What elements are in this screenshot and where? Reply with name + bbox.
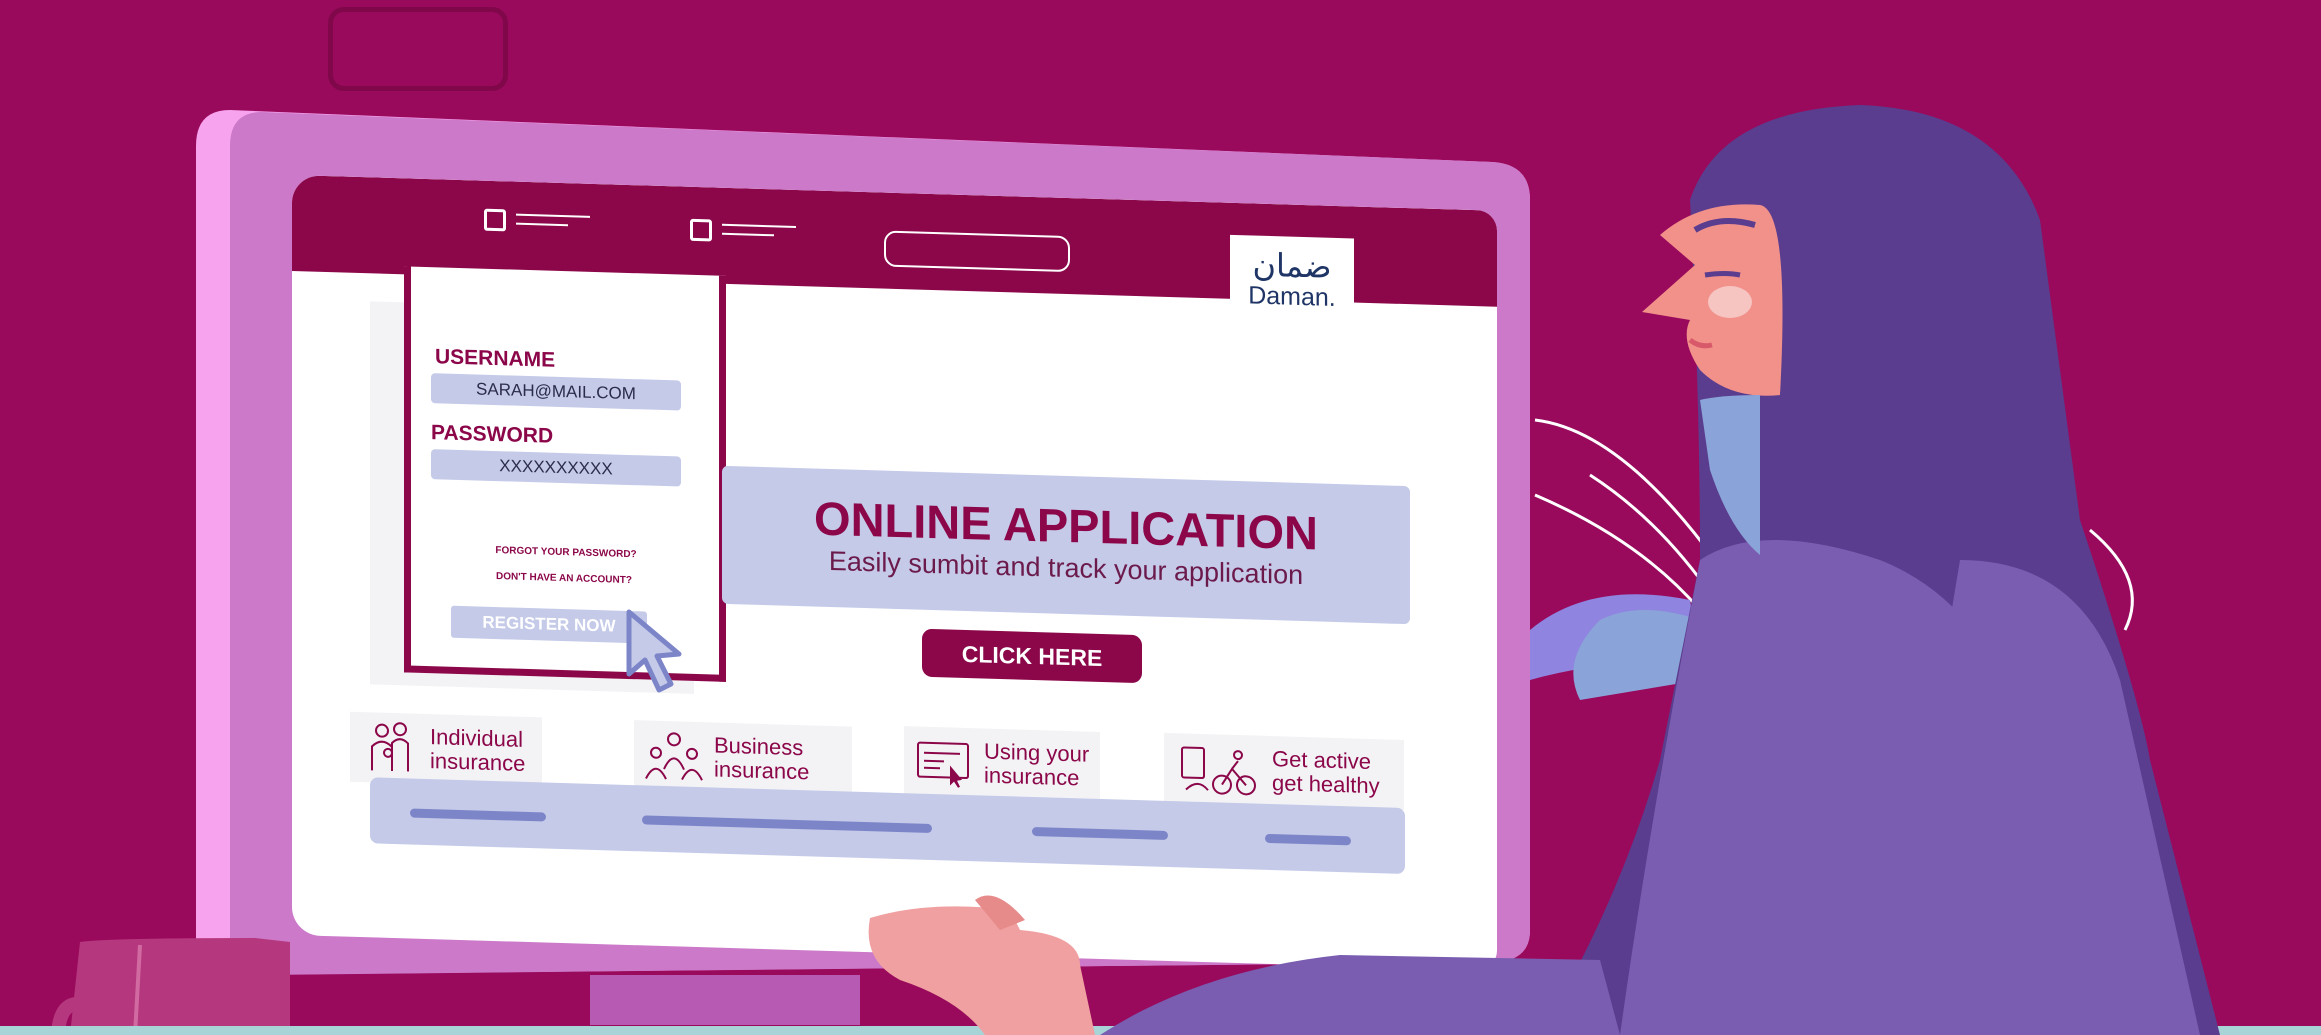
illustration-scene: ضمان Daman. USERNAME SARAH@MAIL.COM PASS…	[0, 0, 2321, 1035]
woman-illustration	[868, 105, 2220, 1035]
